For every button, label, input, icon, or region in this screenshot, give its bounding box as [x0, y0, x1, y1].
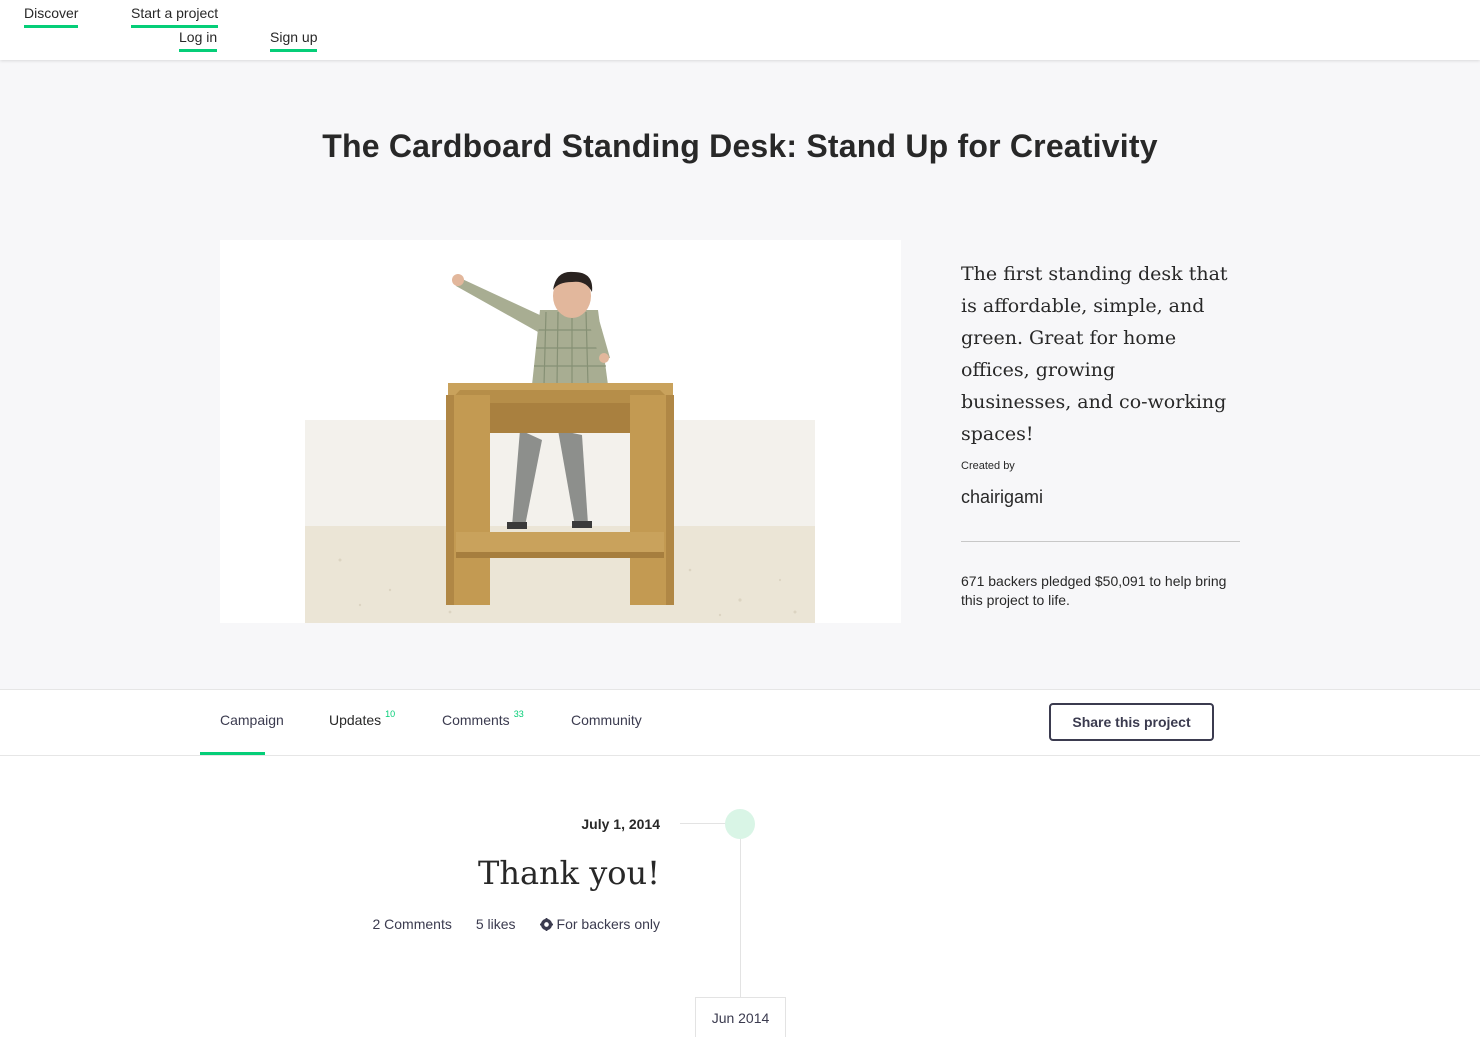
update-meta: 2 Comments 5 likes For backers only	[300, 916, 660, 932]
tab-updates-count: 10	[385, 709, 396, 719]
top-navigation: Discover Start a project Log in Sign up	[0, 0, 1480, 60]
creator-divider	[961, 541, 1240, 542]
share-project-button[interactable]: Share this project	[1049, 703, 1214, 741]
timeline-dot	[725, 809, 755, 839]
created-by-label: Created by	[961, 460, 1015, 472]
project-tab-bar: Campaign Updates 10 Comments 33 Community …	[0, 689, 1480, 756]
active-tab-indicator	[200, 752, 265, 755]
pledge-summary: 671 backers pledged $50,091 to help brin…	[961, 573, 1227, 608]
timeline-connector	[680, 823, 726, 824]
update-title-link[interactable]: Thank you!	[360, 854, 660, 892]
project-blurb: The first standing desk that is affordab…	[961, 263, 1228, 445]
tab-updates-label: Updates	[329, 712, 382, 728]
update-visibility-label: For backers only	[556, 916, 660, 932]
tab-community-label: Community	[571, 712, 642, 728]
nav-sign-up-link[interactable]: Sign up	[270, 28, 318, 52]
tab-campaign[interactable]: Campaign	[220, 712, 284, 728]
project-title: The Cardboard Standing Desk: Stand Up fo…	[322, 128, 1158, 164]
tab-campaign-label: Campaign	[220, 712, 284, 728]
tab-updates[interactable]: Updates 10	[329, 709, 396, 728]
nav-log-in-link[interactable]: Log in	[179, 28, 218, 52]
timeline-line	[740, 824, 741, 998]
tab-community[interactable]: Community	[571, 712, 642, 728]
update-date: July 1, 2014	[581, 816, 660, 832]
project-video-frame	[305, 271, 815, 623]
tab-comments-label: Comments	[442, 712, 510, 728]
project-video[interactable]	[220, 240, 901, 623]
tab-comments-count: 33	[513, 709, 524, 719]
update-likes: 5 likes	[475, 916, 516, 932]
nav-discover-link[interactable]: Discover	[24, 4, 79, 28]
tab-comments[interactable]: Comments 33	[442, 709, 524, 728]
lock-icon	[539, 918, 553, 931]
update-comments-link[interactable]: 2 Comments	[372, 916, 451, 932]
creator-name-link[interactable]: chairigami	[961, 487, 1043, 508]
update-visibility: For backers only	[539, 916, 660, 932]
timeline-month-marker: Jun 2014	[695, 997, 786, 1037]
nav-start-project-link[interactable]: Start a project	[131, 4, 219, 28]
